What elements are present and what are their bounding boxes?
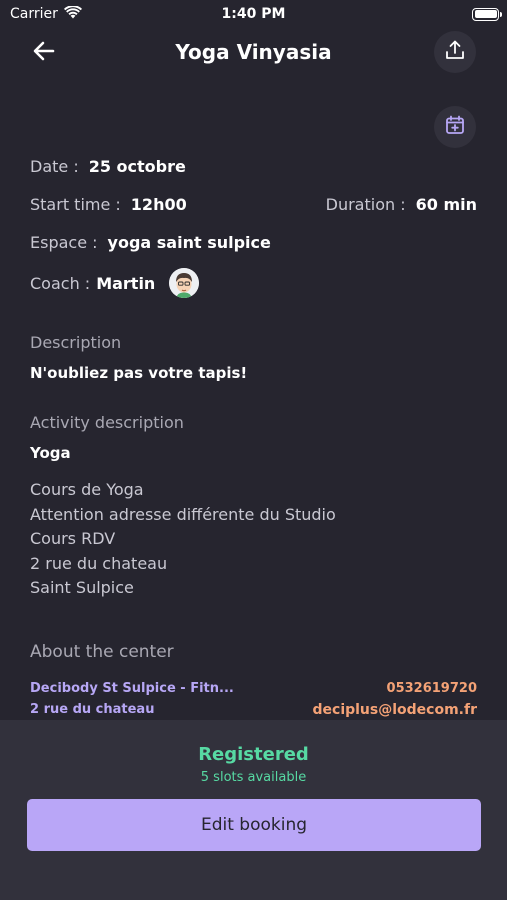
activity-line: Cours de Yoga: [30, 480, 144, 499]
activity-name: Yoga: [30, 444, 71, 462]
status-badge: Registered: [198, 744, 309, 765]
description-label: Description: [30, 333, 122, 352]
center-phone[interactable]: 0532619720: [387, 681, 477, 696]
activity-details: Cours de Yoga Attention adresse différen…: [30, 478, 336, 601]
slots-available: 5 slots available: [200, 770, 307, 785]
activity-description-label: Activity description: [30, 413, 184, 432]
center-address[interactable]: 2 rue du chateau: [30, 702, 154, 717]
space-label: Espace :: [30, 233, 98, 252]
share-upload-icon: [445, 40, 465, 64]
date-row: Date : 25 octobre: [30, 157, 186, 176]
share-button[interactable]: [434, 31, 476, 73]
about-center-label: About the center: [30, 642, 174, 662]
avatar[interactable]: [169, 268, 200, 298]
activity-line: Cours RDV: [30, 529, 116, 548]
center-name[interactable]: Decibody St Sulpice - Fitn...: [30, 681, 234, 696]
activity-line: 2 rue du chateau: [30, 553, 168, 573]
duration-label: Duration :: [325, 195, 406, 214]
start-time-value: 12h00: [130, 195, 187, 214]
battery-icon: [472, 7, 502, 21]
coach-row: Coach : Martin: [30, 268, 200, 298]
start-time-label: Start time :: [30, 195, 121, 214]
coach-value: Martin: [96, 273, 156, 293]
coach-label: Coach :: [30, 273, 91, 293]
start-time-row: Start time : 12h00: [30, 195, 187, 214]
status-time: 1:40 PM: [221, 6, 286, 22]
date-value: 25 octobre: [88, 157, 186, 176]
center-email[interactable]: deciplus@lodecom.fr: [313, 702, 478, 718]
date-label: Date :: [30, 157, 79, 176]
space-row: Espace : yoga saint sulpice: [30, 233, 271, 252]
space-value: yoga saint sulpice: [107, 233, 271, 252]
duration-row: Duration : 60 min: [326, 195, 477, 214]
booking-panel: Registered 5 slots available Edit bookin…: [0, 720, 507, 900]
activity-line: Attention adresse différente du Studio: [30, 504, 336, 524]
activity-line: Saint Sulpice: [30, 578, 134, 597]
add-to-calendar-button[interactable]: [434, 106, 476, 148]
edit-booking-button[interactable]: Edit booking: [27, 799, 481, 851]
calendar-add-icon: [445, 115, 465, 139]
status-bar: Carrier 1:40 PM: [0, 0, 507, 28]
description-text: N'oubliez pas votre tapis!: [30, 364, 248, 382]
duration-value: 60 min: [415, 195, 477, 214]
header: Yoga Vinyasia: [0, 30, 507, 76]
page-title: Yoga Vinyasia: [175, 40, 332, 64]
